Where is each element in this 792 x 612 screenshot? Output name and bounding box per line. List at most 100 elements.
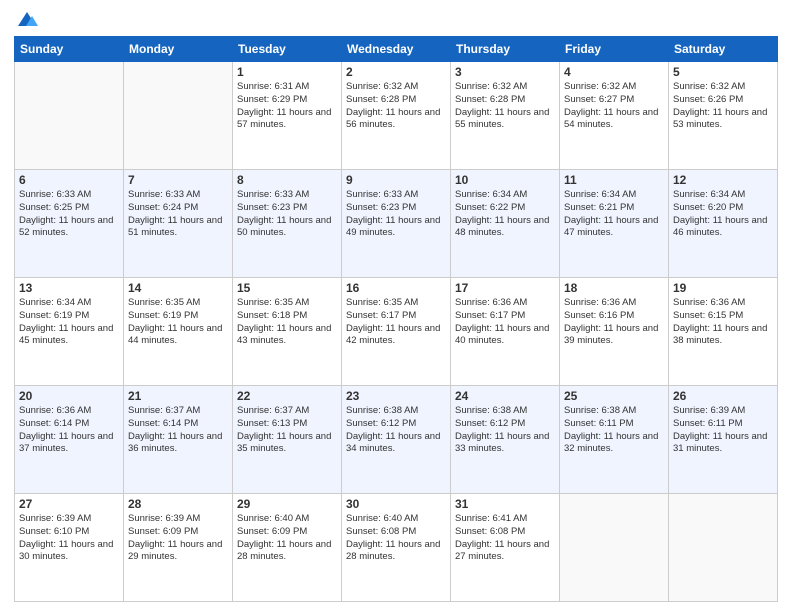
calendar-cell: 16 Sunrise: 6:35 AM Sunset: 6:17 PM Dayli… bbox=[342, 278, 451, 386]
calendar-cell: 11Sunrise: 6:34 AM Sunset: 6:21 PM Dayli… bbox=[560, 170, 669, 278]
day-info: Sunrise: 6:38 AM Sunset: 6:12 PM Dayligh… bbox=[455, 405, 555, 456]
day-info: Sunrise: 6:36 AM Sunset: 6:17 PM Dayligh… bbox=[455, 297, 555, 348]
calendar-cell: 27 Sunrise: 6:39 AM Sunset: 6:10 PM Dayli… bbox=[15, 494, 124, 602]
day-info: Sunrise: 6:33 AM Sunset: 6:23 PM Dayligh… bbox=[346, 189, 446, 240]
calendar-cell: 5 Sunrise: 6:32 AM Sunset: 6:26 PM Daylig… bbox=[669, 62, 778, 170]
day-info: Sunrise: 6:38 AM Sunset: 6:12 PM Dayligh… bbox=[346, 405, 446, 456]
day-info: Sunrise: 6:32 AM Sunset: 6:26 PM Dayligh… bbox=[673, 81, 773, 132]
calendar-cell: 22 Sunrise: 6:37 AM Sunset: 6:13 PM Dayli… bbox=[233, 386, 342, 494]
calendar-cell: 18 Sunrise: 6:36 AM Sunset: 6:16 PM Dayli… bbox=[560, 278, 669, 386]
day-number: 30 bbox=[346, 497, 446, 511]
calendar-cell: 14 Sunrise: 6:35 AM Sunset: 6:19 PM Dayli… bbox=[124, 278, 233, 386]
calendar-cell: 4Sunrise: 6:32 AM Sunset: 6:27 PM Daylig… bbox=[560, 62, 669, 170]
day-number: 10 bbox=[455, 173, 555, 187]
day-number: 2 bbox=[346, 65, 446, 79]
weekday-header-row: SundayMondayTuesdayWednesdayThursdayFrid… bbox=[15, 37, 778, 62]
day-number: 19 bbox=[673, 281, 773, 295]
day-info: Sunrise: 6:36 AM Sunset: 6:16 PM Dayligh… bbox=[564, 297, 664, 348]
week-row-1: 1Sunrise: 6:31 AM Sunset: 6:29 PM Daylig… bbox=[15, 62, 778, 170]
calendar-page: SundayMondayTuesdayWednesdayThursdayFrid… bbox=[0, 0, 792, 612]
calendar-cell: 26 Sunrise: 6:39 AM Sunset: 6:11 PM Dayli… bbox=[669, 386, 778, 494]
day-number: 18 bbox=[564, 281, 664, 295]
calendar-cell: 15 Sunrise: 6:35 AM Sunset: 6:18 PM Dayli… bbox=[233, 278, 342, 386]
calendar-cell bbox=[669, 494, 778, 602]
day-number: 5 bbox=[673, 65, 773, 79]
logo bbox=[14, 10, 38, 28]
day-number: 27 bbox=[19, 497, 119, 511]
calendar-cell: 29 Sunrise: 6:40 AM Sunset: 6:09 PM Dayli… bbox=[233, 494, 342, 602]
day-info: Sunrise: 6:36 AM Sunset: 6:14 PM Dayligh… bbox=[19, 405, 119, 456]
calendar-cell: 30 Sunrise: 6:40 AM Sunset: 6:08 PM Dayli… bbox=[342, 494, 451, 602]
calendar-cell: 8 Sunrise: 6:33 AM Sunset: 6:23 PM Daylig… bbox=[233, 170, 342, 278]
day-info: Sunrise: 6:35 AM Sunset: 6:19 PM Dayligh… bbox=[128, 297, 228, 348]
day-number: 16 bbox=[346, 281, 446, 295]
calendar-cell bbox=[124, 62, 233, 170]
logo-icon bbox=[16, 10, 38, 28]
weekday-header-saturday: Saturday bbox=[669, 37, 778, 62]
day-info: Sunrise: 6:37 AM Sunset: 6:13 PM Dayligh… bbox=[237, 405, 337, 456]
day-info: Sunrise: 6:34 AM Sunset: 6:19 PM Dayligh… bbox=[19, 297, 119, 348]
day-number: 28 bbox=[128, 497, 228, 511]
header bbox=[14, 10, 778, 28]
day-info: Sunrise: 6:35 AM Sunset: 6:18 PM Dayligh… bbox=[237, 297, 337, 348]
calendar-cell: 9 Sunrise: 6:33 AM Sunset: 6:23 PM Daylig… bbox=[342, 170, 451, 278]
weekday-header-thursday: Thursday bbox=[451, 37, 560, 62]
day-info: Sunrise: 6:33 AM Sunset: 6:23 PM Dayligh… bbox=[237, 189, 337, 240]
day-info: Sunrise: 6:33 AM Sunset: 6:24 PM Dayligh… bbox=[128, 189, 228, 240]
week-row-2: 6Sunrise: 6:33 AM Sunset: 6:25 PM Daylig… bbox=[15, 170, 778, 278]
day-number: 11 bbox=[564, 173, 664, 187]
day-number: 3 bbox=[455, 65, 555, 79]
day-number: 24 bbox=[455, 389, 555, 403]
day-info: Sunrise: 6:41 AM Sunset: 6:08 PM Dayligh… bbox=[455, 513, 555, 564]
day-info: Sunrise: 6:39 AM Sunset: 6:10 PM Dayligh… bbox=[19, 513, 119, 564]
day-number: 7 bbox=[128, 173, 228, 187]
calendar-cell: 23Sunrise: 6:38 AM Sunset: 6:12 PM Dayli… bbox=[342, 386, 451, 494]
calendar-cell: 24 Sunrise: 6:38 AM Sunset: 6:12 PM Dayli… bbox=[451, 386, 560, 494]
calendar-cell: 3 Sunrise: 6:32 AM Sunset: 6:28 PM Daylig… bbox=[451, 62, 560, 170]
day-number: 21 bbox=[128, 389, 228, 403]
day-info: Sunrise: 6:40 AM Sunset: 6:08 PM Dayligh… bbox=[346, 513, 446, 564]
calendar-cell: 7 Sunrise: 6:33 AM Sunset: 6:24 PM Daylig… bbox=[124, 170, 233, 278]
week-row-4: 20 Sunrise: 6:36 AM Sunset: 6:14 PM Dayli… bbox=[15, 386, 778, 494]
calendar-cell: 2Sunrise: 6:32 AM Sunset: 6:28 PM Daylig… bbox=[342, 62, 451, 170]
week-row-3: 13 Sunrise: 6:34 AM Sunset: 6:19 PM Dayli… bbox=[15, 278, 778, 386]
day-number: 9 bbox=[346, 173, 446, 187]
day-number: 31 bbox=[455, 497, 555, 511]
calendar-cell: 28Sunrise: 6:39 AM Sunset: 6:09 PM Dayli… bbox=[124, 494, 233, 602]
calendar-cell: 20 Sunrise: 6:36 AM Sunset: 6:14 PM Dayli… bbox=[15, 386, 124, 494]
day-number: 12 bbox=[673, 173, 773, 187]
day-number: 8 bbox=[237, 173, 337, 187]
day-number: 25 bbox=[564, 389, 664, 403]
day-info: Sunrise: 6:35 AM Sunset: 6:17 PM Dayligh… bbox=[346, 297, 446, 348]
day-number: 13 bbox=[19, 281, 119, 295]
weekday-header-monday: Monday bbox=[124, 37, 233, 62]
day-number: 14 bbox=[128, 281, 228, 295]
calendar-cell: 25 Sunrise: 6:38 AM Sunset: 6:11 PM Dayli… bbox=[560, 386, 669, 494]
day-number: 17 bbox=[455, 281, 555, 295]
day-number: 15 bbox=[237, 281, 337, 295]
day-number: 26 bbox=[673, 389, 773, 403]
day-info: Sunrise: 6:33 AM Sunset: 6:25 PM Dayligh… bbox=[19, 189, 119, 240]
calendar-cell bbox=[560, 494, 669, 602]
day-info: Sunrise: 6:39 AM Sunset: 6:11 PM Dayligh… bbox=[673, 405, 773, 456]
weekday-header-friday: Friday bbox=[560, 37, 669, 62]
day-number: 29 bbox=[237, 497, 337, 511]
weekday-header-sunday: Sunday bbox=[15, 37, 124, 62]
calendar-table: SundayMondayTuesdayWednesdayThursdayFrid… bbox=[14, 36, 778, 602]
day-number: 1 bbox=[237, 65, 337, 79]
calendar-cell: 6Sunrise: 6:33 AM Sunset: 6:25 PM Daylig… bbox=[15, 170, 124, 278]
calendar-cell: 13 Sunrise: 6:34 AM Sunset: 6:19 PM Dayli… bbox=[15, 278, 124, 386]
day-number: 22 bbox=[237, 389, 337, 403]
day-info: Sunrise: 6:32 AM Sunset: 6:28 PM Dayligh… bbox=[455, 81, 555, 132]
day-number: 4 bbox=[564, 65, 664, 79]
day-number: 20 bbox=[19, 389, 119, 403]
day-info: Sunrise: 6:34 AM Sunset: 6:20 PM Dayligh… bbox=[673, 189, 773, 240]
day-info: Sunrise: 6:40 AM Sunset: 6:09 PM Dayligh… bbox=[237, 513, 337, 564]
calendar-cell: 21Sunrise: 6:37 AM Sunset: 6:14 PM Dayli… bbox=[124, 386, 233, 494]
calendar-cell: 1Sunrise: 6:31 AM Sunset: 6:29 PM Daylig… bbox=[233, 62, 342, 170]
day-info: Sunrise: 6:38 AM Sunset: 6:11 PM Dayligh… bbox=[564, 405, 664, 456]
calendar-cell: 17 Sunrise: 6:36 AM Sunset: 6:17 PM Dayli… bbox=[451, 278, 560, 386]
weekday-header-tuesday: Tuesday bbox=[233, 37, 342, 62]
calendar-cell: 31 Sunrise: 6:41 AM Sunset: 6:08 PM Dayli… bbox=[451, 494, 560, 602]
day-info: Sunrise: 6:36 AM Sunset: 6:15 PM Dayligh… bbox=[673, 297, 773, 348]
